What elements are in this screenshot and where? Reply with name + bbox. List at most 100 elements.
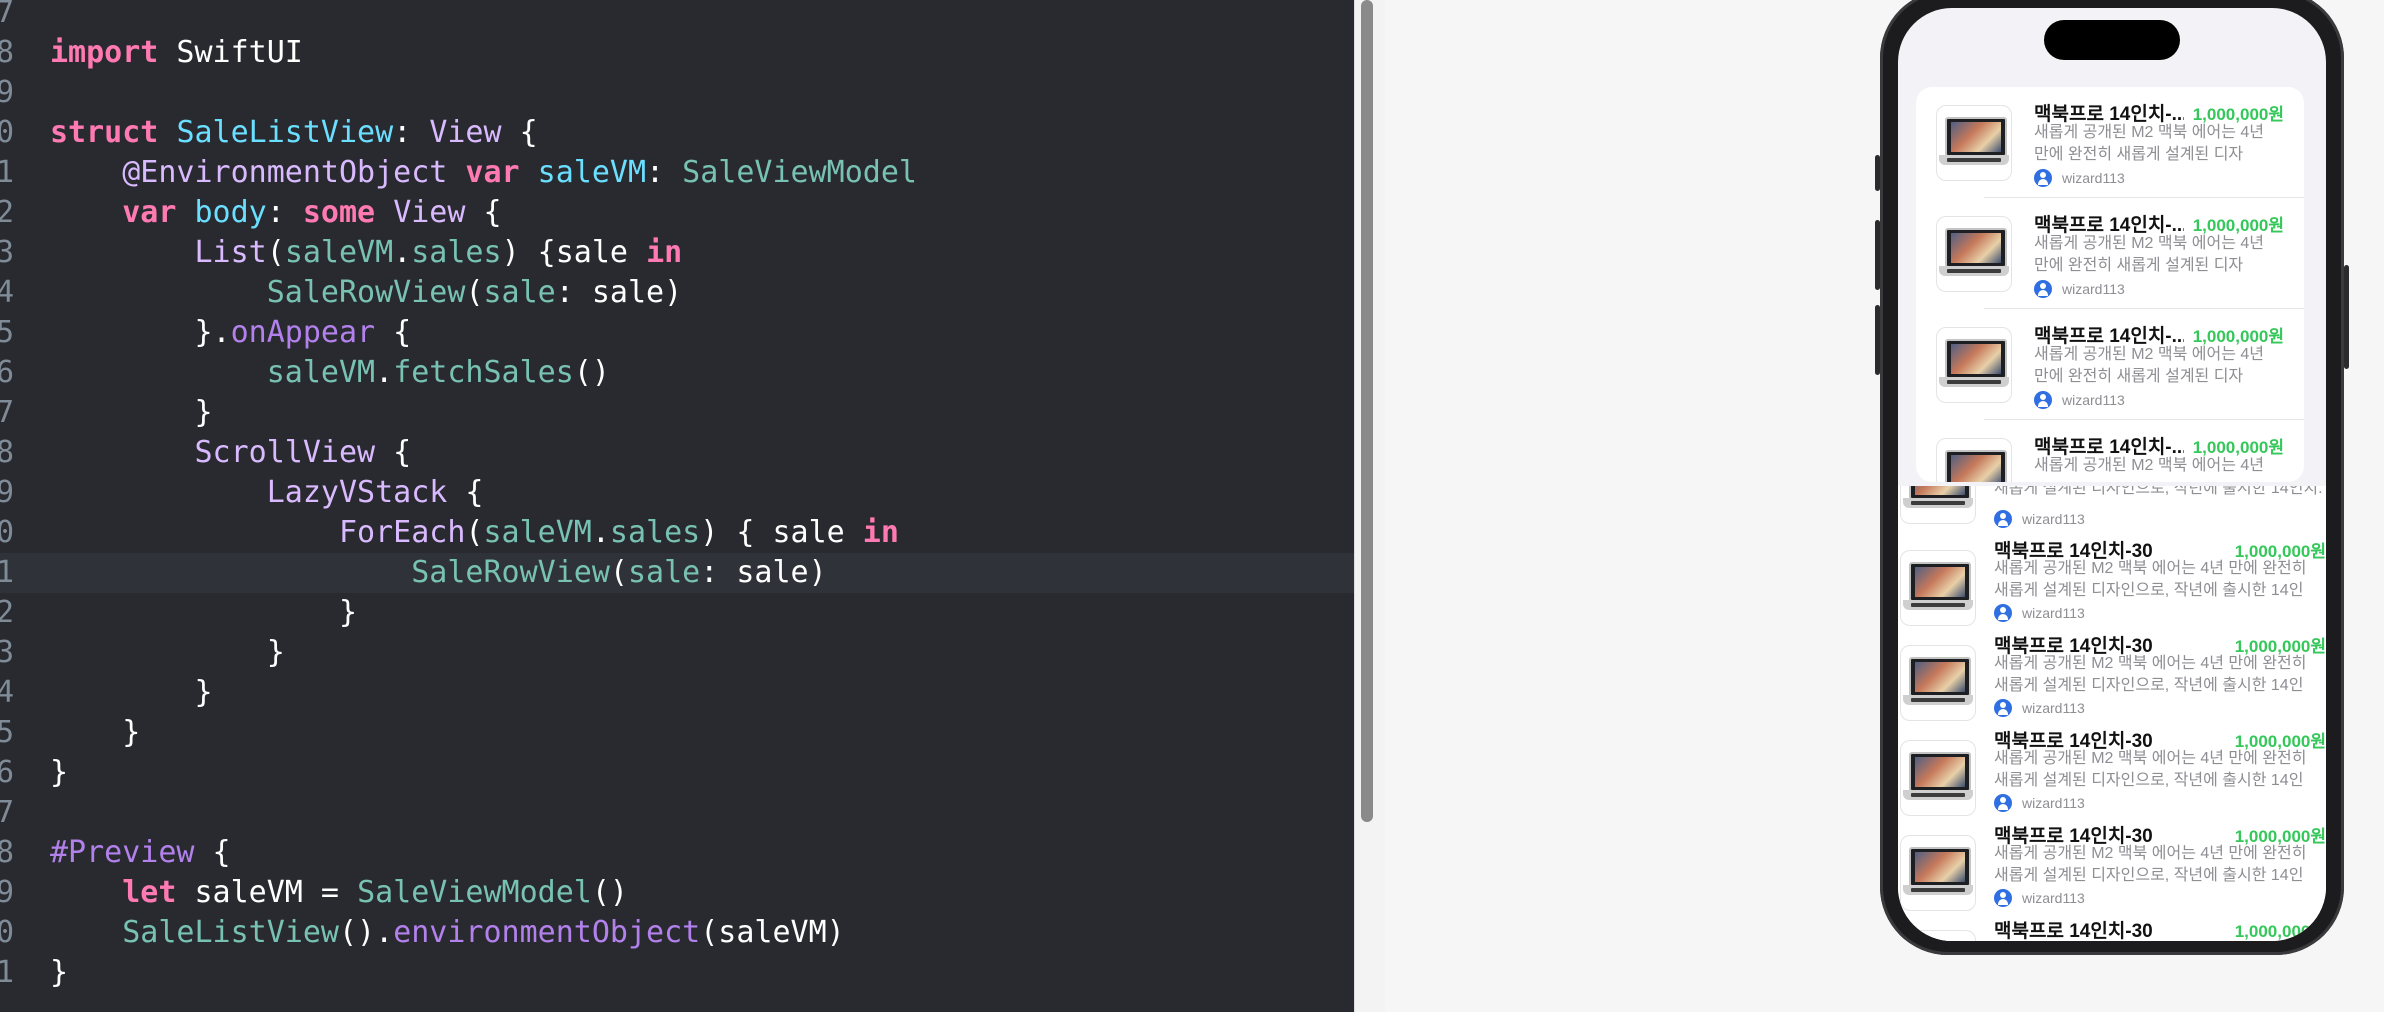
sale-row[interactable]: 맥북프로 14인치-... 1,000,000원 새롭게 공개된 M2 맥북 에어는… xyxy=(1916,198,2304,309)
code-token: ( xyxy=(609,555,628,590)
code-line[interactable]: 8 ScrollView { xyxy=(0,433,1354,473)
code-editor[interactable]: 7 8 import SwiftUI 9 0 struct SaleListView: V… xyxy=(0,0,1354,1012)
avatar-icon xyxy=(1994,604,2012,622)
code-line[interactable]: 4 } xyxy=(0,673,1354,713)
code-line[interactable]: 7 xyxy=(0,0,1354,33)
code-token: : xyxy=(393,115,430,150)
code-token: . xyxy=(375,355,394,390)
code-line[interactable]: 4 SaleRowView(sale: sale) xyxy=(0,273,1354,313)
code-token: saleVM xyxy=(284,235,394,270)
code-line[interactable]: 3 List(saleVM.sales) {sale in xyxy=(0,233,1354,273)
sale-description: 새롭게 공개된 M2 맥북 에어는 4년 xyxy=(2034,457,2264,474)
sale-row[interactable]: 맥북프로 14인치-30 1,000,000원 xyxy=(1898,916,2326,941)
code-text: } xyxy=(50,753,68,793)
code-line[interactable]: 6 saleVM.fetchSales() xyxy=(0,353,1354,393)
seller-name: wizard113 xyxy=(2022,605,2085,621)
avatar-icon xyxy=(1994,794,2012,812)
code-line[interactable]: 1 @EnvironmentObject var saleVM: SaleVie… xyxy=(0,153,1354,193)
code-line[interactable]: 8 import SwiftUI xyxy=(0,33,1354,73)
code-text: List(saleVM.sales) {sale in xyxy=(50,233,683,273)
code-token: SwiftUI xyxy=(158,35,303,70)
code-token: } xyxy=(50,595,358,630)
line-number: 0 xyxy=(0,915,14,950)
code-token: ) {sale xyxy=(501,235,647,270)
sale-row[interactable]: 맥북프로 14인치-... 1,000,000원 새롭게 공개된 M2 맥북 에어는… xyxy=(1916,420,2304,482)
code-line[interactable]: 8 #Preview { xyxy=(0,833,1354,873)
sale-list[interactable]: 맥북프로 14인치-... 1,000,000원 새롭게 공개된 M2 맥북 에어는… xyxy=(1916,87,2304,482)
code-token: in xyxy=(862,515,899,550)
code-line[interactable]: 7 xyxy=(0,793,1354,833)
code-line[interactable]: 9 xyxy=(0,73,1354,113)
seller-name: wizard113 xyxy=(2062,170,2125,186)
code-text: ScrollView { xyxy=(50,433,412,473)
code-line[interactable]: 0 SaleListView().environmentObject(saleV… xyxy=(0,913,1354,953)
code-line[interactable]: 5 } xyxy=(0,713,1354,753)
macbook-thumbnail xyxy=(1936,438,2012,482)
code-line-current[interactable]: 1 SaleRowView(sale: sale) xyxy=(0,553,1354,593)
line-number: 6 xyxy=(0,355,14,390)
line-number: 7 xyxy=(0,0,14,30)
code-token: SaleRowView xyxy=(266,275,466,310)
sale-lazy-vstack[interactable]: 새롭게 설계된 디자인으로, 작년에 출시한 14인치... wizard113 맥… xyxy=(1898,486,2326,941)
code-text: } xyxy=(50,393,213,433)
code-token: { xyxy=(447,475,484,510)
code-text: } xyxy=(50,953,68,993)
code-line[interactable]: 2 } xyxy=(0,593,1354,633)
line-number: 3 xyxy=(0,235,14,270)
dynamic-island xyxy=(2044,20,2180,60)
line-number: 0 xyxy=(0,115,14,150)
editor-scrollbar[interactable] xyxy=(1361,0,1373,822)
code-token: fetchSales xyxy=(393,355,574,390)
code-line[interactable]: 6} xyxy=(0,753,1354,793)
code-token: { xyxy=(375,435,412,470)
code-token: } xyxy=(50,955,69,990)
code-token: saleVM xyxy=(483,515,592,550)
code-token: environmentObject xyxy=(393,915,701,950)
code-line[interactable]: 5 }.onAppear { xyxy=(0,313,1354,353)
code-token: : sale) xyxy=(555,275,683,310)
code-text: ForEach(saleVM.sales) { sale in xyxy=(50,513,899,553)
line-number: 2 xyxy=(0,195,14,230)
code-text: @EnvironmentObject var saleVM: SaleViewM… xyxy=(50,153,917,193)
code-line[interactable]: 9 let saleVM = SaleViewModel() xyxy=(0,873,1354,913)
line-number: 8 xyxy=(0,435,14,470)
code-token: SaleListView xyxy=(122,915,339,950)
code-token: body xyxy=(194,195,267,230)
code-line[interactable]: 0 struct SaleListView: View { xyxy=(0,113,1354,153)
sale-row[interactable]: 맥북프로 14인치-... 1,000,000원 새롭게 공개된 M2 맥북 에어는… xyxy=(1916,87,2304,198)
code-token: import xyxy=(50,35,159,70)
sale-row[interactable]: 맥북프로 14인치-... 1,000,000원 새롭게 공개된 M2 맥북 에어는… xyxy=(1916,309,2304,420)
code-token: View xyxy=(393,195,466,230)
sale-description: 새롭게 공개된 M2 맥북 에어는 4년 만에 완전히 새롭게 설계된 디자인… xyxy=(2034,235,2264,274)
phone-screen: 맥북프로 14인치-... 1,000,000원 새롭게 공개된 M2 맥북 에어는… xyxy=(1898,8,2326,941)
code-token: SaleListView xyxy=(176,115,394,150)
code-line[interactable]: 2 var body: some View { xyxy=(0,193,1354,233)
seller-name: wizard113 xyxy=(2022,795,2085,811)
code-token: . xyxy=(591,515,610,550)
code-line[interactable]: 3 } xyxy=(0,633,1354,673)
code-token: } xyxy=(50,395,213,430)
code-token: { xyxy=(465,195,502,230)
code-token: { xyxy=(375,315,412,350)
seller-name: wizard113 xyxy=(2062,281,2125,297)
code-token: @EnvironmentObject xyxy=(122,155,448,190)
code-line[interactable]: 0 ForEach(saleVM.sales) { sale in xyxy=(0,513,1354,553)
code-token: SaleViewModel xyxy=(682,155,917,190)
code-token: sales xyxy=(609,515,701,550)
code-text: } xyxy=(50,713,140,753)
code-line[interactable]: 9 LazyVStack { xyxy=(0,473,1354,513)
code-text: }.onAppear { xyxy=(50,313,411,353)
code-line[interactable]: 1} xyxy=(0,953,1354,993)
line-number: 4 xyxy=(0,275,14,310)
code-token: SaleViewModel xyxy=(357,875,592,910)
code-line[interactable]: 7 } xyxy=(0,393,1354,433)
